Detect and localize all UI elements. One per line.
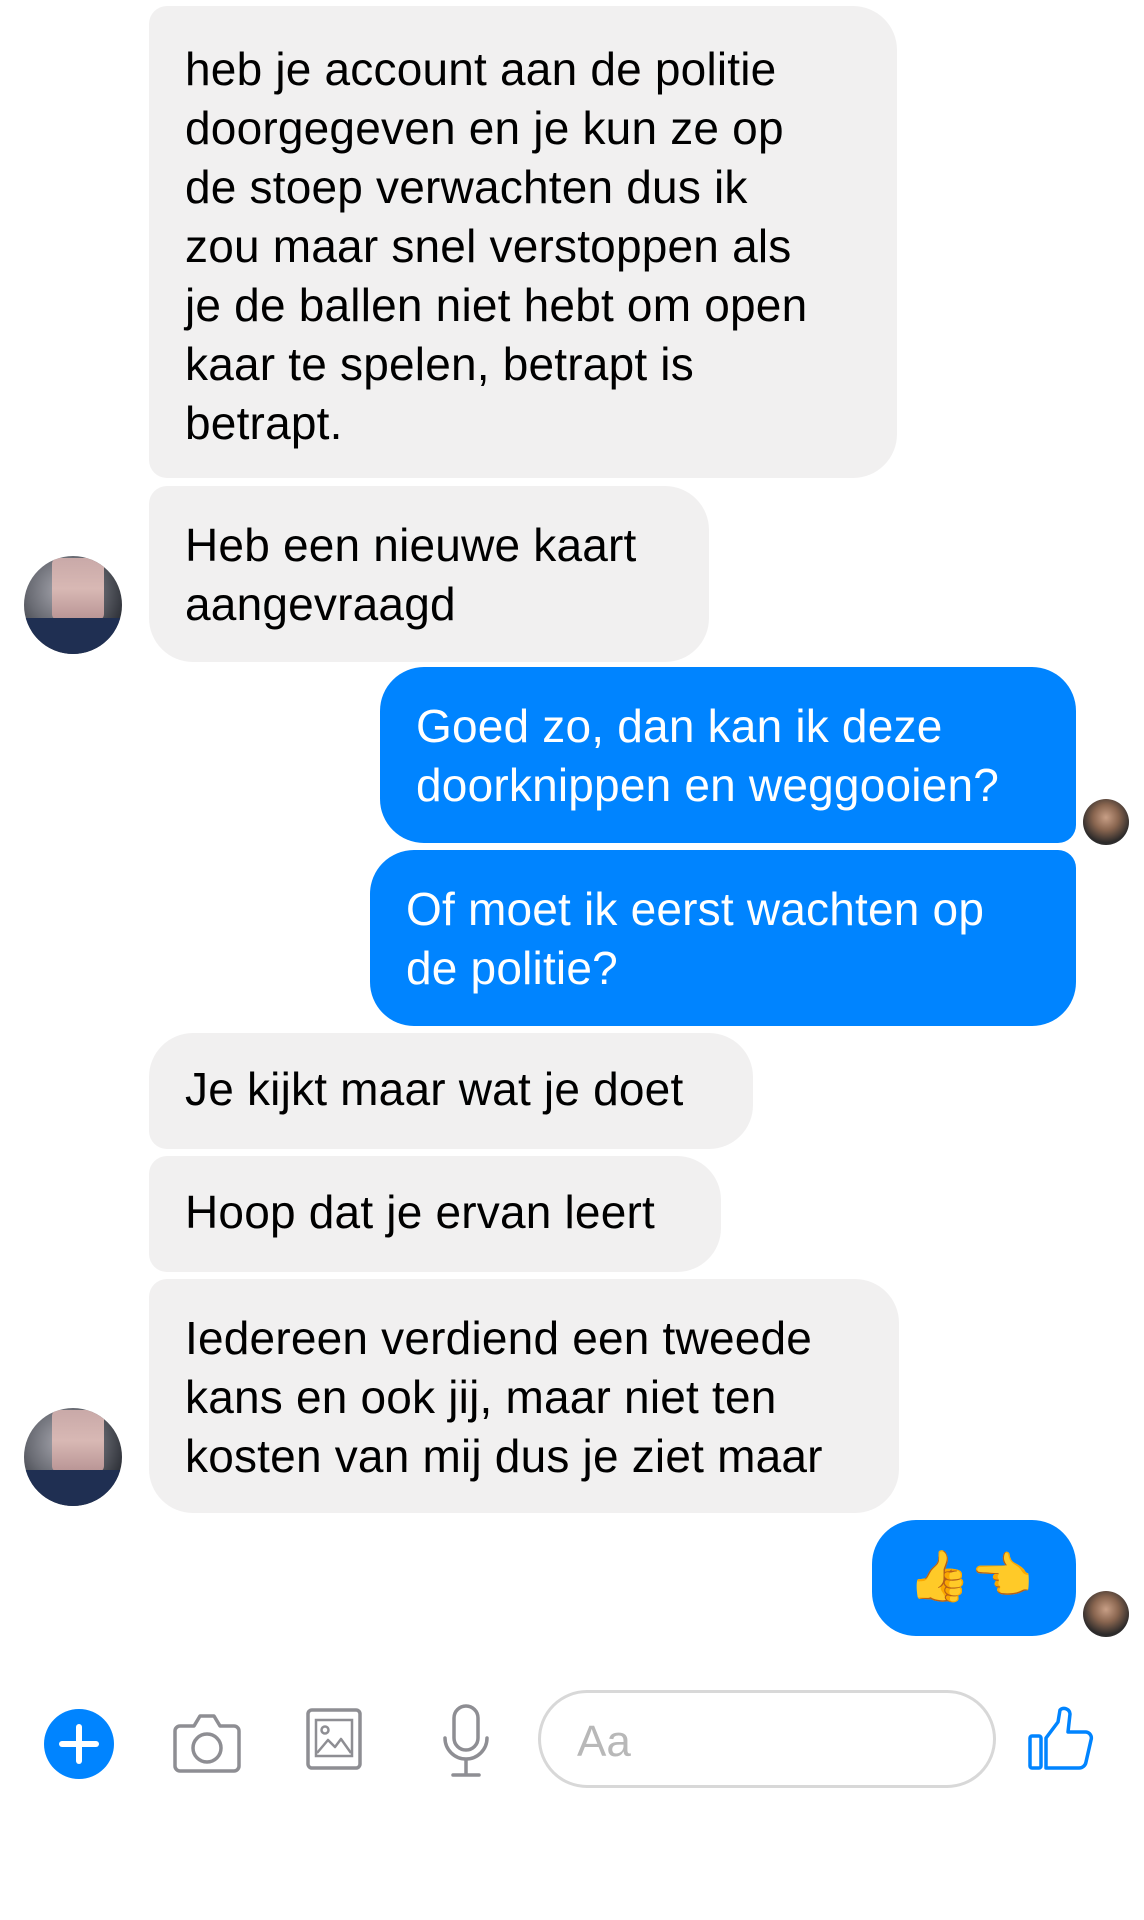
message-bubble-incoming[interactable]: Iedereen verdiend een tweede kans en ook… <box>149 1279 899 1513</box>
blurred-face <box>52 1410 104 1472</box>
message-input[interactable] <box>575 1711 959 1773</box>
message-bubble-outgoing-emoji[interactable]: 👍👈 <box>872 1520 1076 1636</box>
contact-avatar[interactable] <box>24 1408 122 1506</box>
message-bubble-outgoing[interactable]: Of moet ik eerst wachten op de politie? <box>370 850 1076 1026</box>
read-receipt-avatar <box>1083 1591 1129 1637</box>
plus-icon[interactable] <box>44 1709 114 1779</box>
message-bubble-incoming[interactable]: Heb een nieuwe kaart aangevraagd <box>149 486 709 662</box>
blurred-face <box>52 558 104 620</box>
message-input-box[interactable] <box>538 1690 996 1788</box>
image-icon[interactable] <box>304 1706 364 1772</box>
avatar-clothing <box>24 1470 122 1506</box>
thumbs-up-icon[interactable] <box>1026 1704 1096 1774</box>
message-bubble-incoming[interactable]: Hoop dat je ervan leert <box>149 1156 721 1272</box>
microphone-icon[interactable] <box>440 1702 492 1782</box>
message-bubble-outgoing[interactable]: Goed zo, dan kan ik deze doorknippen en … <box>380 667 1076 843</box>
camera-icon[interactable] <box>172 1710 242 1776</box>
contact-avatar[interactable] <box>24 556 122 654</box>
read-receipt-avatar <box>1083 799 1129 845</box>
message-bubble-incoming[interactable]: Je kijkt maar wat je doet <box>149 1033 753 1149</box>
avatar-clothing <box>24 618 122 654</box>
composer-toolbar <box>0 1690 1144 1810</box>
message-bubble-incoming[interactable]: heb je account aan de politie doorgegeve… <box>149 6 897 478</box>
